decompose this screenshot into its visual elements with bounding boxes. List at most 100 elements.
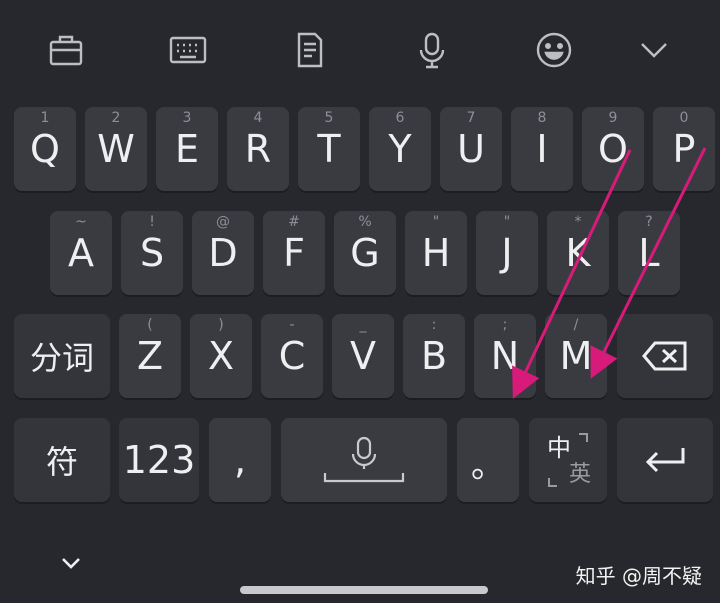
- key-v[interactable]: _ V: [332, 314, 394, 398]
- microphone-icon[interactable]: [410, 28, 454, 72]
- key-label: A: [68, 231, 94, 275]
- key-y[interactable]: 6Y: [369, 107, 431, 191]
- key-secondary-label: ;: [502, 317, 508, 333]
- key-label: U: [457, 127, 485, 171]
- key-label: R: [244, 127, 272, 171]
- key-secondary-label: 4: [253, 110, 263, 126]
- enter-icon: [645, 448, 685, 473]
- key-n[interactable]: ; N: [474, 314, 536, 398]
- segment-key-label: 分词: [29, 339, 94, 377]
- key-secondary-label: _: [359, 317, 367, 333]
- key-label: B: [420, 334, 448, 378]
- key-secondary-label: ": [432, 214, 440, 230]
- collapse-keyboard-button[interactable]: [56, 548, 86, 578]
- key-secondary-label: 8: [537, 110, 547, 126]
- language-switch-label: 中 英: [529, 418, 607, 502]
- backspace-icon: [642, 341, 687, 371]
- key-b[interactable]: :B: [403, 314, 465, 398]
- key-t[interactable]: 5T: [298, 107, 360, 191]
- key-secondary-label: 1: [40, 110, 50, 126]
- symbols-key[interactable]: 符: [14, 418, 110, 502]
- key-label: E: [174, 127, 199, 171]
- key-label: T: [317, 127, 341, 171]
- chevron-down-icon: [62, 558, 80, 569]
- key-z[interactable]: (Z: [119, 314, 181, 398]
- key-q[interactable]: 1Q: [14, 107, 76, 191]
- space-key[interactable]: [281, 418, 447, 502]
- comma-key-label: ,: [233, 438, 247, 482]
- key-label: M: [559, 334, 593, 378]
- key-w[interactable]: 2W: [85, 107, 147, 191]
- watermark: 知乎 @周不疑: [575, 564, 702, 588]
- key-secondary-label: ": [503, 214, 511, 230]
- key-secondary-label: %: [358, 214, 372, 230]
- key-label: K: [565, 231, 591, 275]
- key-label: F: [283, 231, 305, 275]
- language-switch-key[interactable]: 中 英: [529, 418, 607, 502]
- key-label: N: [490, 334, 520, 378]
- emoji-icon[interactable]: [532, 28, 576, 72]
- chevron-down-icon[interactable]: [632, 28, 676, 72]
- key-secondary-label: /: [573, 317, 579, 333]
- gesture-handle[interactable]: [240, 586, 488, 594]
- key-a[interactable]: ~ A: [50, 211, 112, 295]
- key-j[interactable]: " J: [476, 211, 538, 295]
- numbers-key[interactable]: 123: [119, 418, 199, 502]
- key-secondary-label: @: [216, 214, 230, 230]
- backspace-key[interactable]: [617, 314, 713, 398]
- key-secondary-label: 3: [182, 110, 192, 126]
- key-label: G: [350, 231, 380, 275]
- key-label: Y: [388, 127, 412, 171]
- key-label: J: [501, 231, 513, 275]
- key-d[interactable]: @ D: [192, 211, 254, 295]
- key-c[interactable]: -C: [261, 314, 323, 398]
- enter-key[interactable]: [617, 418, 713, 502]
- briefcase-icon[interactable]: [44, 28, 88, 72]
- key-m[interactable]: / M: [545, 314, 607, 398]
- key-l[interactable]: ? L: [618, 211, 680, 295]
- key-secondary-label: 7: [466, 110, 476, 126]
- key-secondary-label: 2: [111, 110, 121, 126]
- key-label: H: [421, 231, 451, 275]
- key-secondary-label: -: [289, 317, 295, 333]
- key-x[interactable]: ) X: [190, 314, 252, 398]
- period-key[interactable]: 。: [457, 418, 519, 502]
- key-label: I: [536, 127, 548, 171]
- key-secondary-label: :: [431, 317, 437, 333]
- key-secondary-label: 5: [324, 110, 334, 126]
- segment-key[interactable]: 分词: [14, 314, 110, 398]
- key-secondary-label: ): [218, 317, 224, 333]
- key-p[interactable]: 0P: [653, 107, 715, 191]
- key-label: Q: [30, 127, 60, 171]
- key-label: V: [350, 334, 376, 378]
- clipboard-icon[interactable]: [288, 28, 332, 72]
- key-o[interactable]: 9O: [582, 107, 644, 191]
- key-s[interactable]: ! S: [121, 211, 183, 295]
- key-secondary-label: 9: [608, 110, 618, 126]
- key-u[interactable]: 7U: [440, 107, 502, 191]
- key-label: S: [139, 231, 165, 275]
- key-secondary-label: 6: [395, 110, 405, 126]
- key-label: Z: [136, 334, 164, 378]
- key-f[interactable]: # F: [263, 211, 325, 295]
- key-label: P: [672, 127, 696, 171]
- key-i[interactable]: 8I: [511, 107, 573, 191]
- key-g[interactable]: % G: [334, 211, 396, 295]
- key-label: O: [598, 127, 628, 171]
- key-k[interactable]: * K: [547, 211, 609, 295]
- microphone-icon: [323, 436, 405, 483]
- symbols-key-label: 符: [45, 443, 78, 481]
- key-secondary-label: ~: [75, 214, 87, 230]
- key-e[interactable]: 3E: [156, 107, 218, 191]
- keyboard-toolbar: [0, 0, 720, 100]
- key-h[interactable]: " H: [405, 211, 467, 295]
- key-secondary-label: (: [147, 317, 153, 333]
- key-secondary-label: 0: [679, 110, 689, 126]
- period-key-label: 。: [471, 446, 505, 486]
- key-label: L: [638, 231, 660, 275]
- comma-key[interactable]: ,: [209, 418, 271, 502]
- keyboard-icon[interactable]: [166, 28, 210, 72]
- key-secondary-label: #: [288, 214, 300, 230]
- numbers-key-label: 123: [122, 438, 196, 482]
- key-r[interactable]: 4R: [227, 107, 289, 191]
